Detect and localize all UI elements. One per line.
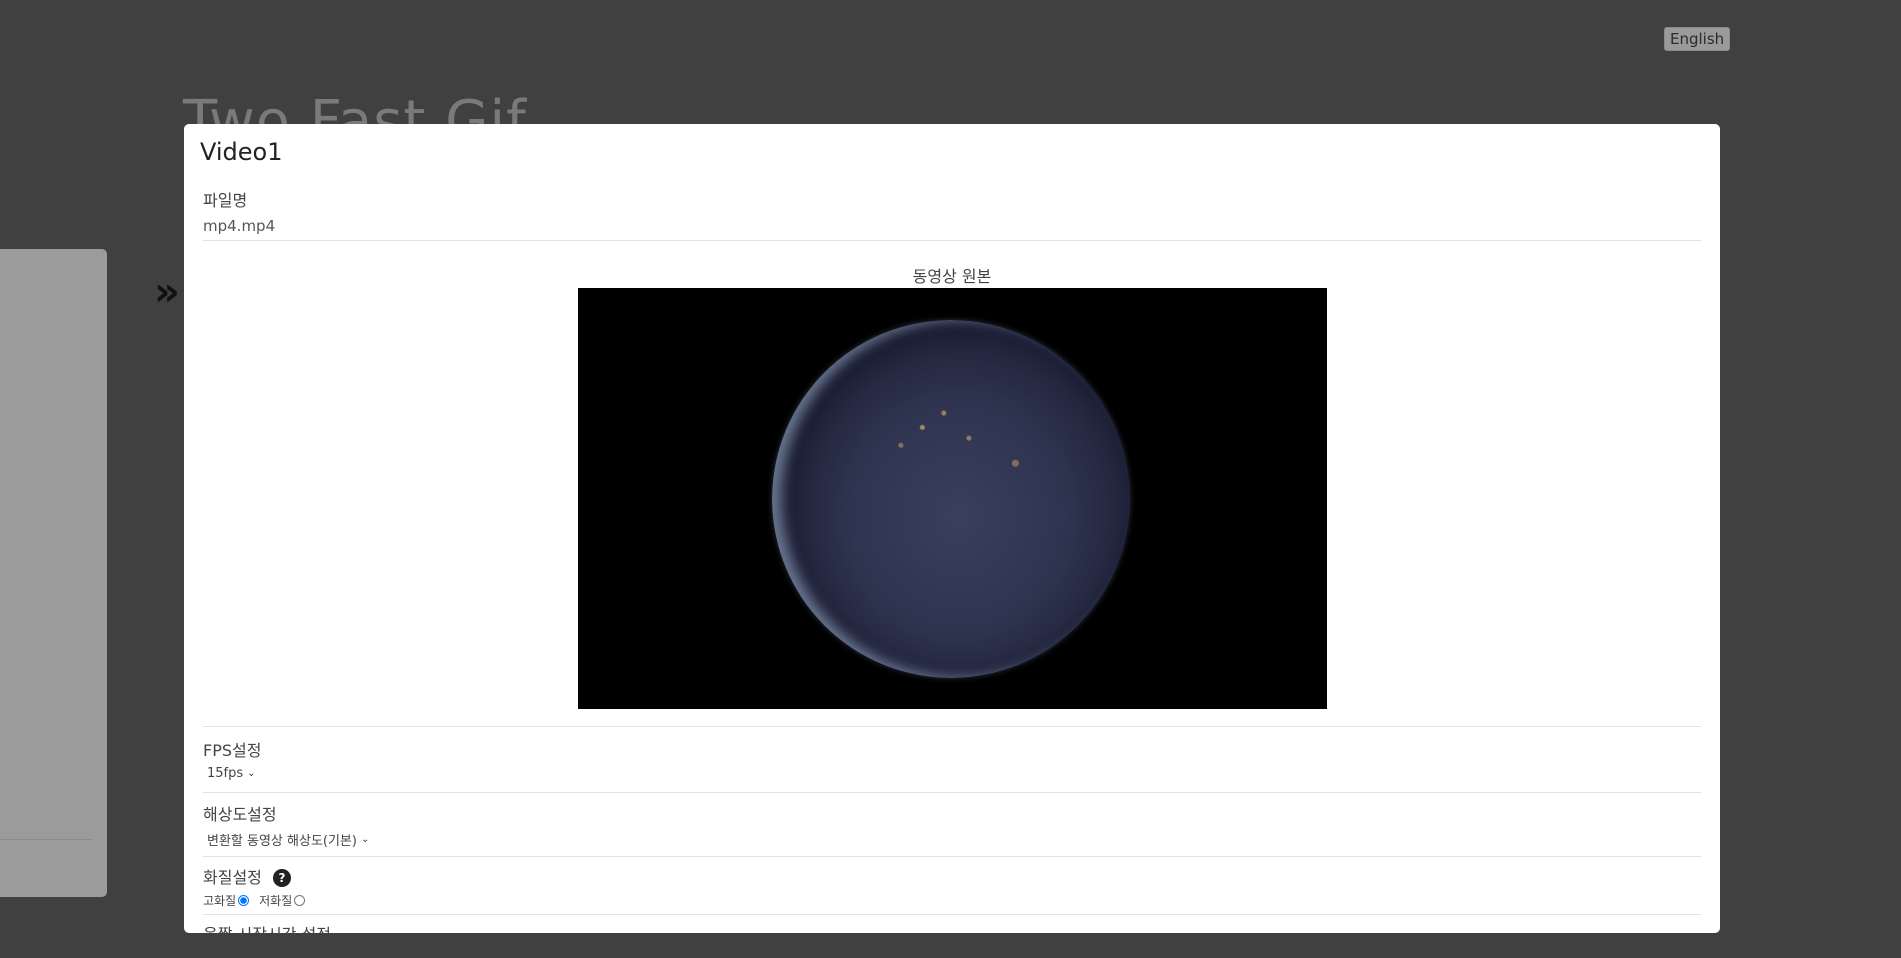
modal-title: Video1 xyxy=(200,138,283,166)
quality-option-label: 고화질 xyxy=(203,894,237,908)
preview-label: 동영상 원본 xyxy=(912,267,992,286)
filename-value: mp4.mp4 xyxy=(203,217,276,235)
quality-setting: 화질설정 ? 고화질 저화질 xyxy=(203,864,315,909)
divider xyxy=(203,240,1701,241)
divider xyxy=(203,792,1701,793)
quality-option-high[interactable]: 고화질 xyxy=(203,892,250,909)
fps-select-value: 15fps xyxy=(207,766,244,781)
question-circle-icon[interactable]: ? xyxy=(272,869,291,887)
start-time-label: 움짤 시작시간 설정 xyxy=(203,921,331,933)
quality-label: 화질설정 xyxy=(203,868,262,887)
quality-option-low[interactable]: 저화질 xyxy=(259,892,306,909)
quality-option-label: 저화질 xyxy=(259,894,293,908)
panel-divider xyxy=(0,839,93,840)
resolution-setting: 해상도설정 변환할 동영상 해상도(기본) ⌄ xyxy=(203,801,369,849)
fps-setting: FPS설정 15fps ⌄ xyxy=(203,737,261,781)
resolution-select[interactable]: 변환할 동영상 해상도(기본) ⌄ xyxy=(203,830,369,849)
chevron-down-icon: ⌄ xyxy=(247,768,256,779)
quality-radio-low[interactable] xyxy=(294,895,306,906)
fps-label: FPS설정 xyxy=(203,741,262,760)
language-button[interactable]: English xyxy=(1664,27,1731,51)
video-settings-modal: Video1 파일명 mp4.mp4 동영상 원본 FPS설정 15fps ⌄ … xyxy=(184,124,1720,933)
fps-select[interactable]: 15fps ⌄ xyxy=(203,766,261,781)
divider xyxy=(203,856,1701,857)
resolution-select-value: 변환할 동영상 해상도(기본) xyxy=(207,834,357,849)
divider xyxy=(203,914,1701,915)
earth-video-frame xyxy=(772,320,1130,678)
background-side-panel xyxy=(0,249,107,897)
video-player[interactable] xyxy=(578,288,1327,709)
double-chevron-right-icon[interactable]: » xyxy=(154,272,180,312)
filename-block: 파일명 mp4.mp4 xyxy=(203,187,275,235)
chevron-down-icon: ⌄ xyxy=(360,834,370,845)
divider xyxy=(203,726,1701,727)
resolution-label: 해상도설정 xyxy=(203,805,277,824)
filename-label: 파일명 xyxy=(203,191,248,210)
quality-radio-high[interactable] xyxy=(238,895,250,906)
quality-radio-group: 고화질 저화질 xyxy=(203,892,315,909)
